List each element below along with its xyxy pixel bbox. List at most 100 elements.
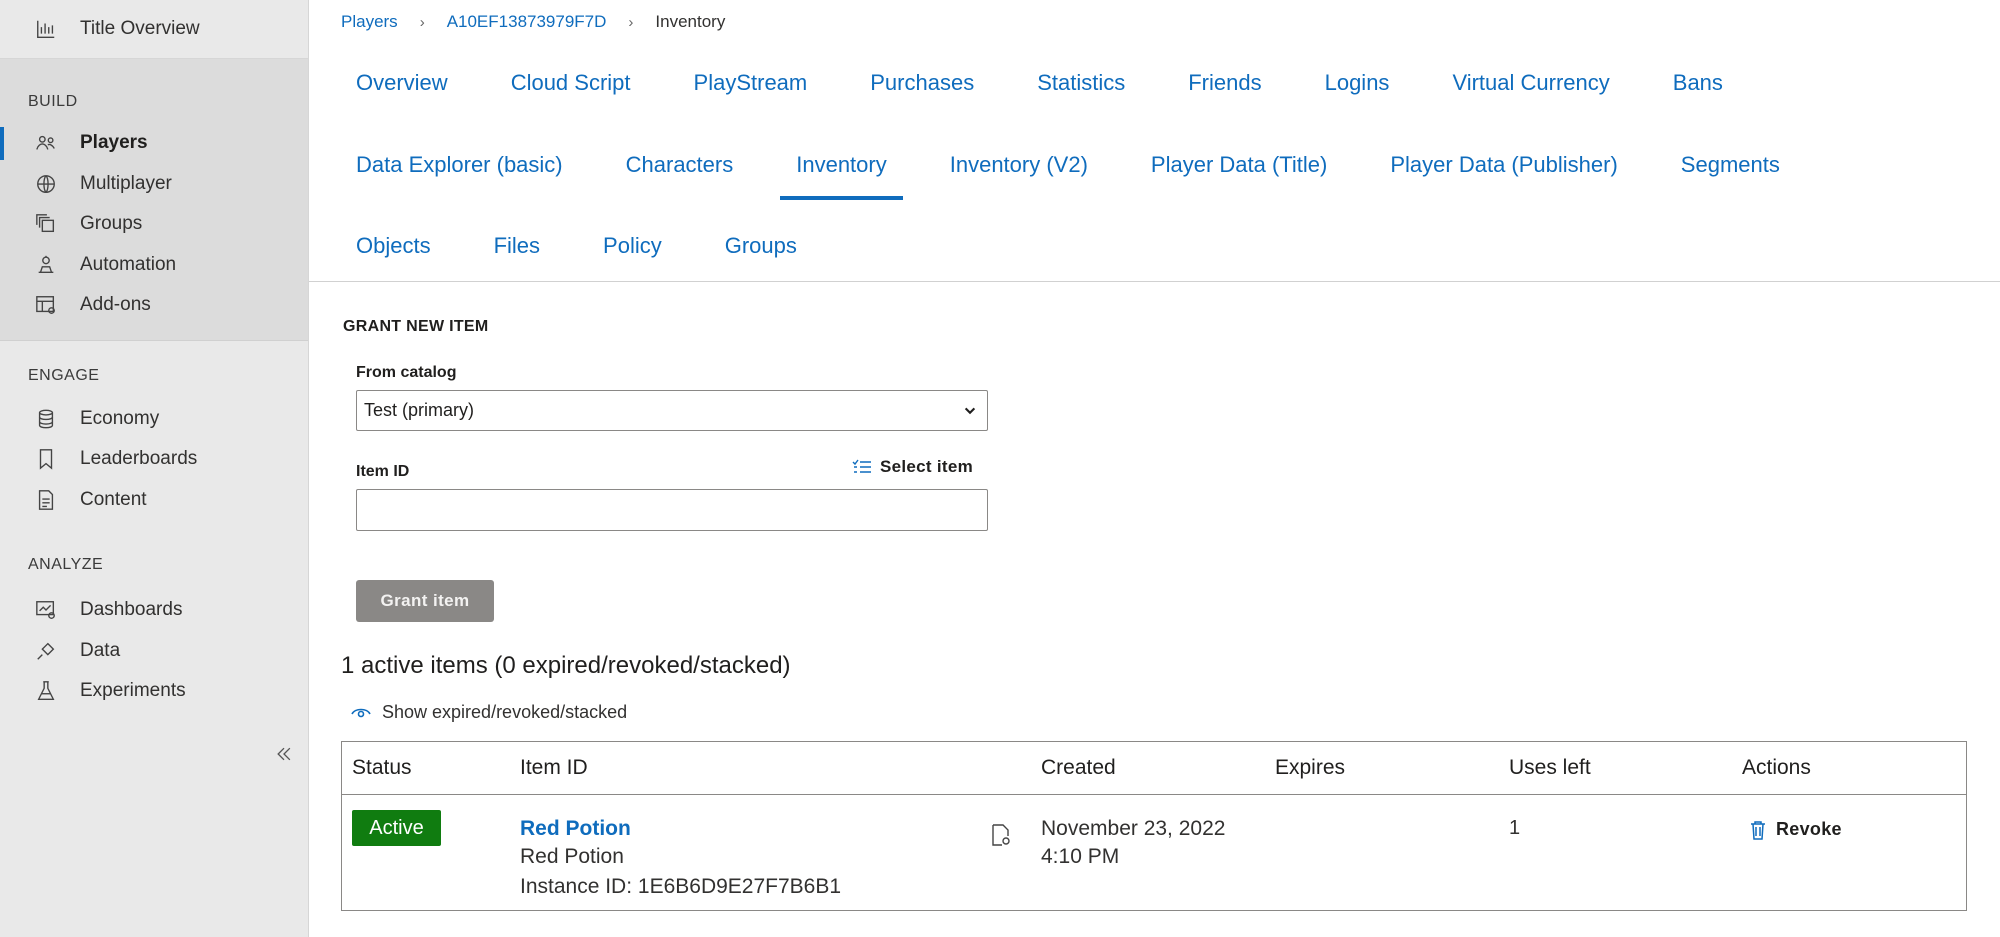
column-header-created: Created xyxy=(1041,756,1116,779)
sidebar-item-label: Title Overview xyxy=(80,18,200,39)
sidebar-item-label: Dashboards xyxy=(80,599,183,621)
sidebar-item-dashboards[interactable]: Dashboards xyxy=(0,590,308,631)
select-item-label: Select item xyxy=(880,457,974,476)
breadcrumb: Players › A10EF13873979F7D › Inventory xyxy=(341,12,725,32)
tab-bans[interactable]: Bans xyxy=(1673,70,1723,96)
tab-overview[interactable]: Overview xyxy=(356,70,448,96)
catalog-select[interactable]: Test (primary) xyxy=(356,390,988,431)
tab-purchases[interactable]: Purchases xyxy=(870,70,974,96)
tab-files[interactable]: Files xyxy=(494,233,540,259)
dashboard-icon xyxy=(34,598,58,622)
breadcrumb-current: Inventory xyxy=(655,12,726,31)
sidebar-item-label: Experiments xyxy=(80,680,186,702)
sidebar-item-label: Players xyxy=(80,132,148,154)
tab-data-explorer[interactable]: Data Explorer (basic) xyxy=(356,152,563,178)
sidebar-item-economy[interactable]: Economy xyxy=(0,399,308,440)
show-expired-toggle[interactable]: Show expired/revoked/stacked xyxy=(351,702,627,723)
item-id-label: Item ID xyxy=(356,463,410,480)
revoke-label: Revoke xyxy=(1776,819,1842,839)
table-row: Active Red Potion Red Potion Instance ID… xyxy=(342,795,1966,911)
sidebar-item-groups[interactable]: Groups xyxy=(0,204,308,245)
section-heading-analyze: ANALYZE xyxy=(28,556,104,573)
sidebar-item-content[interactable]: Content xyxy=(0,480,308,521)
item-display-name: Red Potion xyxy=(520,845,624,868)
tab-friends[interactable]: Friends xyxy=(1188,70,1261,96)
people-icon xyxy=(34,131,58,155)
collapse-sidebar-button[interactable] xyxy=(270,740,298,768)
item-id-link[interactable]: Red Potion xyxy=(520,817,631,841)
tab-groups[interactable]: Groups xyxy=(725,233,797,259)
tab-virtual-currency[interactable]: Virtual Currency xyxy=(1452,70,1609,96)
title-overview-row: Title Overview xyxy=(0,0,308,59)
grant-item-button[interactable]: Grant item xyxy=(356,580,494,622)
tab-statistics[interactable]: Statistics xyxy=(1037,70,1125,96)
sidebar-item-label: Automation xyxy=(80,253,177,275)
sidebar-item-label: Groups xyxy=(80,213,143,235)
breadcrumb-player-id[interactable]: A10EF13873979F7D xyxy=(447,12,607,32)
tabs-row-3: Objects Files Policy Groups xyxy=(356,233,860,259)
stacked-squares-icon xyxy=(34,212,58,236)
sidebar-item-label: Leaderboards xyxy=(80,448,198,470)
flask-icon xyxy=(34,679,58,703)
sidebar: Title Overview BUILD Players Multiplayer… xyxy=(0,0,309,937)
table-header: Status Item ID Created Expires Uses left… xyxy=(342,742,1966,795)
chevron-down-icon xyxy=(964,407,976,414)
catalog-label: From catalog xyxy=(356,364,457,381)
sidebar-item-multiplayer[interactable]: Multiplayer xyxy=(0,164,308,205)
tab-inventory[interactable]: Inventory xyxy=(780,152,903,200)
chevron-right-icon: › xyxy=(628,13,634,31)
sidebar-item-automation[interactable]: Automation xyxy=(0,245,308,286)
main-content: Players › A10EF13873979F7D › Inventory O… xyxy=(309,0,2000,937)
tabs-row-2: Data Explorer (basic) Characters Invento… xyxy=(356,152,1843,200)
robot-icon xyxy=(34,253,58,277)
sidebar-item-label: Economy xyxy=(80,407,160,429)
sidebar-item-experiments[interactable]: Experiments xyxy=(0,671,308,712)
tab-inventory-v2[interactable]: Inventory (V2) xyxy=(950,152,1088,178)
sidebar-item-label: Multiplayer xyxy=(80,172,172,194)
document-settings-icon[interactable] xyxy=(990,823,1012,847)
sidebar-item-players[interactable]: Players xyxy=(0,123,308,164)
sidebar-item-data[interactable]: Data xyxy=(0,631,308,672)
sidebar-item-label: Add-ons xyxy=(80,294,151,316)
active-items-summary: 1 active items (0 expired/revoked/stacke… xyxy=(341,652,791,679)
tabs-divider xyxy=(309,281,2000,282)
tab-playstream[interactable]: PlayStream xyxy=(694,70,808,96)
created-date: November 23, 2022 xyxy=(1041,817,1226,840)
tab-segments[interactable]: Segments xyxy=(1681,152,1780,178)
column-header-uses-left: Uses left xyxy=(1509,756,1591,779)
sidebar-item-add-ons[interactable]: Add-ons xyxy=(0,285,308,326)
status-badge: Active xyxy=(352,810,441,846)
grant-section-title: GRANT NEW ITEM xyxy=(343,318,489,335)
column-header-expires: Expires xyxy=(1275,756,1346,779)
table-gear-icon xyxy=(34,293,58,317)
document-icon xyxy=(34,488,58,512)
revoke-button[interactable]: Revoke xyxy=(1750,819,1842,840)
sidebar-item-label: Data xyxy=(80,639,121,661)
list-check-icon xyxy=(852,459,871,473)
tab-characters[interactable]: Characters xyxy=(626,152,734,178)
select-item-button[interactable]: Select item xyxy=(852,457,973,477)
created-time: 4:10 PM xyxy=(1041,845,1120,868)
item-id-input[interactable] xyxy=(356,489,988,531)
breadcrumb-players[interactable]: Players xyxy=(341,12,398,32)
column-header-status: Status xyxy=(352,756,412,779)
section-heading-build: BUILD xyxy=(28,93,78,110)
show-expired-label: Show expired/revoked/stacked xyxy=(382,702,628,722)
section-heading-engage: ENGAGE xyxy=(28,366,100,384)
sidebar-item-title-overview[interactable]: Title Overview xyxy=(0,9,200,50)
plug-icon xyxy=(34,639,58,663)
tab-cloud-script[interactable]: Cloud Script xyxy=(511,70,631,96)
trash-icon xyxy=(1751,820,1765,840)
database-icon xyxy=(34,407,58,431)
inventory-table: Status Item ID Created Expires Uses left… xyxy=(341,741,1967,911)
tab-player-data-title[interactable]: Player Data (Title) xyxy=(1151,152,1327,178)
tab-policy[interactable]: Policy xyxy=(603,233,662,259)
tab-logins[interactable]: Logins xyxy=(1325,70,1390,96)
tab-player-data-publisher[interactable]: Player Data (Publisher) xyxy=(1390,152,1617,178)
instance-id: Instance ID: 1E6B6D9E27F7B6B1 xyxy=(520,875,842,898)
tab-objects[interactable]: Objects xyxy=(356,233,431,259)
column-header-actions: Actions xyxy=(1742,756,1811,779)
sidebar-item-leaderboards[interactable]: Leaderboards xyxy=(0,439,308,480)
column-header-item-id: Item ID xyxy=(520,756,588,779)
bookmark-icon xyxy=(34,447,58,471)
